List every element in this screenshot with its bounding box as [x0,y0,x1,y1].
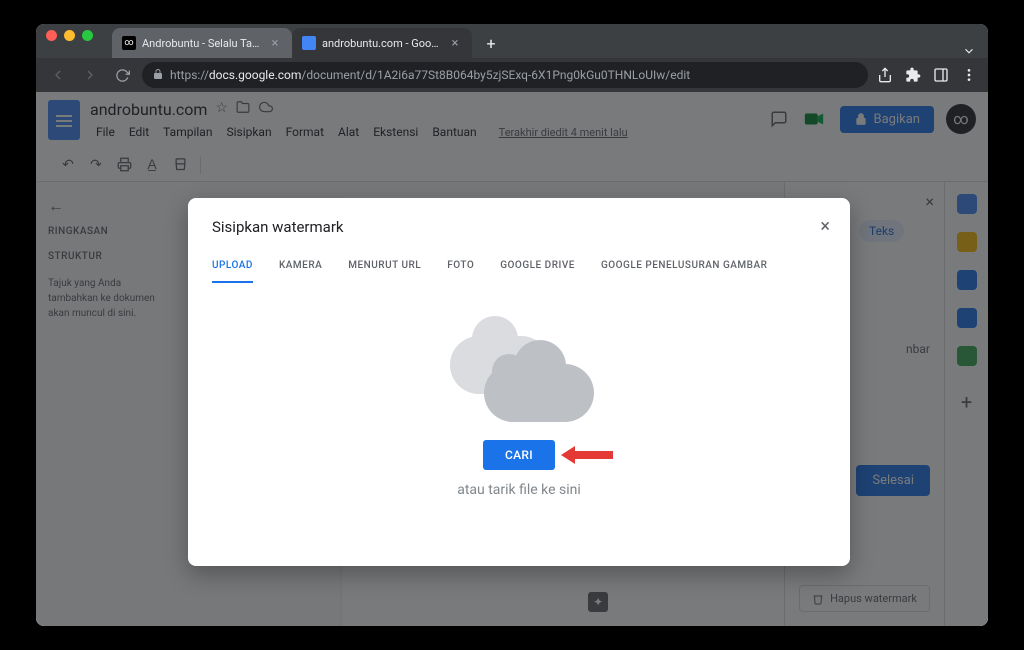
nav-reload-button[interactable] [110,63,134,87]
browser-tab[interactable]: ∞ Androbuntu - Selalu Tahu Tekn × [112,28,292,58]
tab-image-search[interactable]: GOOGLE PENELUSURAN GAMBAR [601,260,767,283]
window-minimize[interactable] [64,30,75,41]
cloud-upload-icon [444,332,594,422]
window-chevron-icon[interactable] [962,44,976,58]
browser-tab-active[interactable]: androbuntu.com - Google Dok × [292,28,472,58]
tab-camera[interactable]: KAMERA [279,260,322,283]
tab-favicon-icon: ∞ [122,36,136,50]
menu-dots-icon[interactable] [960,66,978,84]
window-maximize[interactable] [82,30,93,41]
nav-back-button[interactable] [46,63,70,87]
url-text: https://docs.google.com/document/d/1A2i6… [170,68,690,82]
tab-close-icon[interactable]: × [448,36,462,50]
url-domain: docs.google.com [209,68,302,82]
modal-title: Sisipkan watermark [212,218,826,236]
url-path: /document/d/1A2i6a77St8B064by5zjSExq-6X1… [301,68,690,82]
modal-tabs: UPLOAD KAMERA MENURUT URL FOTO GOOGLE DR… [212,260,826,284]
url-prefix: https:// [170,68,209,82]
tab-strip: ∞ Androbuntu - Selalu Tahu Tekn × androb… [36,24,988,58]
browse-button[interactable]: CARI [483,440,555,470]
annotation-arrow-icon [561,444,613,466]
address-bar-row: https://docs.google.com/document/d/1A2i6… [36,58,988,92]
tab-title: Androbuntu - Selalu Tahu Tekn [142,37,262,50]
panel-icon[interactable] [932,66,950,84]
modal-close-button[interactable]: × [820,216,830,237]
tab-close-icon[interactable]: × [268,36,282,50]
drag-hint-text: atau tarik file ke sini [457,482,581,498]
tab-by-url[interactable]: MENURUT URL [348,260,421,283]
browser-chrome: ∞ Androbuntu - Selalu Tahu Tekn × androb… [36,24,988,92]
share-url-icon[interactable] [876,66,894,84]
window-close[interactable] [46,30,57,41]
upload-dropzone[interactable]: CARI atau tarik file ke sini [212,284,826,546]
nav-forward-button[interactable] [78,63,102,87]
tab-favicon-icon [302,36,316,50]
tab-upload[interactable]: UPLOAD [212,260,253,283]
insert-watermark-modal: Sisipkan watermark × UPLOAD KAMERA MENUR… [188,198,850,566]
lock-icon [152,68,164,83]
tab-photos[interactable]: FOTO [447,260,474,283]
tab-drive[interactable]: GOOGLE DRIVE [500,260,575,283]
extensions-icon[interactable] [904,66,922,84]
new-tab-button[interactable]: + [478,30,504,56]
tab-title: androbuntu.com - Google Dok [322,37,442,50]
url-bar[interactable]: https://docs.google.com/document/d/1A2i6… [142,62,868,88]
docs-area: androbuntu.com ☆ File Edit Tampilan [36,92,988,626]
browser-window: ∞ Androbuntu - Selalu Tahu Tekn × androb… [36,24,988,626]
